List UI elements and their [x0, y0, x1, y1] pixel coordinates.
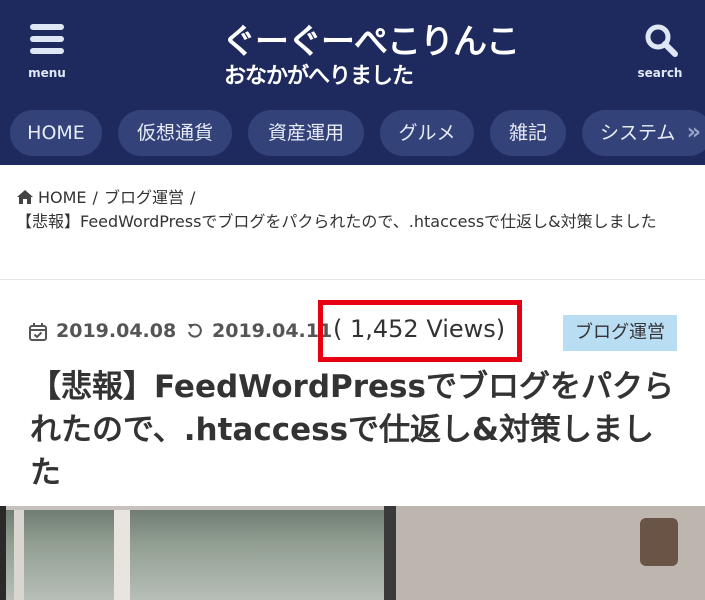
article-title: 【悲報】FeedWordPressでブログをパクられたので、.htaccessで…	[30, 369, 674, 491]
menu-button[interactable]: menu	[22, 22, 72, 82]
breadcrumb-category-link[interactable]: ブログ運営	[104, 188, 184, 207]
search-icon	[645, 24, 678, 57]
refresh-icon	[188, 323, 202, 338]
search-button[interactable]: search	[635, 22, 685, 82]
category-tag[interactable]: ブログ運営	[563, 315, 677, 351]
menu-label: menu	[28, 66, 66, 80]
global-nav: HOME 仮想通貨 資産運用 グルメ 雑記 システム »	[0, 110, 705, 160]
logo-line-1: ぐーぐーぺこりんこ	[222, 22, 520, 62]
breadcrumb: HOME / ブログ運営 / 【悲報】FeedWordPressでブログをパクられたの…	[16, 186, 686, 234]
breadcrumb-separator: /	[92, 188, 98, 207]
divider	[0, 279, 705, 280]
nav-item-gourmet[interactable]: グルメ	[380, 110, 474, 156]
updated-date: 2019.04.11	[212, 320, 333, 342]
breadcrumb-home-link[interactable]: HOME	[38, 188, 87, 207]
calendar-check-icon	[29, 323, 47, 341]
breadcrumb-separator: /	[189, 188, 196, 207]
nav-item-investment[interactable]: 資産運用	[248, 110, 364, 156]
home-icon	[17, 190, 33, 204]
eyecatch-image	[0, 506, 705, 600]
view-count: ( 1,452 Views)	[333, 315, 506, 343]
nav-item-misc[interactable]: 雑記	[490, 110, 566, 156]
published-date: 2019.04.08	[56, 320, 177, 342]
nav-item-home[interactable]: HOME	[10, 110, 102, 156]
site-header: menu ぐーぐーぺこりんこ おなかがへりました search HOME 仮想通…	[0, 0, 705, 165]
nav-scroll-more-icon[interactable]: »	[687, 120, 701, 145]
site-logo[interactable]: ぐーぐーぺこりんこ おなかがへりました	[222, 14, 520, 89]
views-highlight-box: ( 1,452 Views)	[318, 300, 522, 362]
logo-line-2: おなかがへりました	[224, 64, 414, 89]
breadcrumb-current: 【悲報】FeedWordPressでブログをパクられたので、.htaccessで…	[16, 212, 657, 231]
search-label: search	[637, 66, 683, 80]
hamburger-icon	[30, 22, 64, 56]
nav-item-crypto[interactable]: 仮想通貨	[118, 110, 232, 156]
